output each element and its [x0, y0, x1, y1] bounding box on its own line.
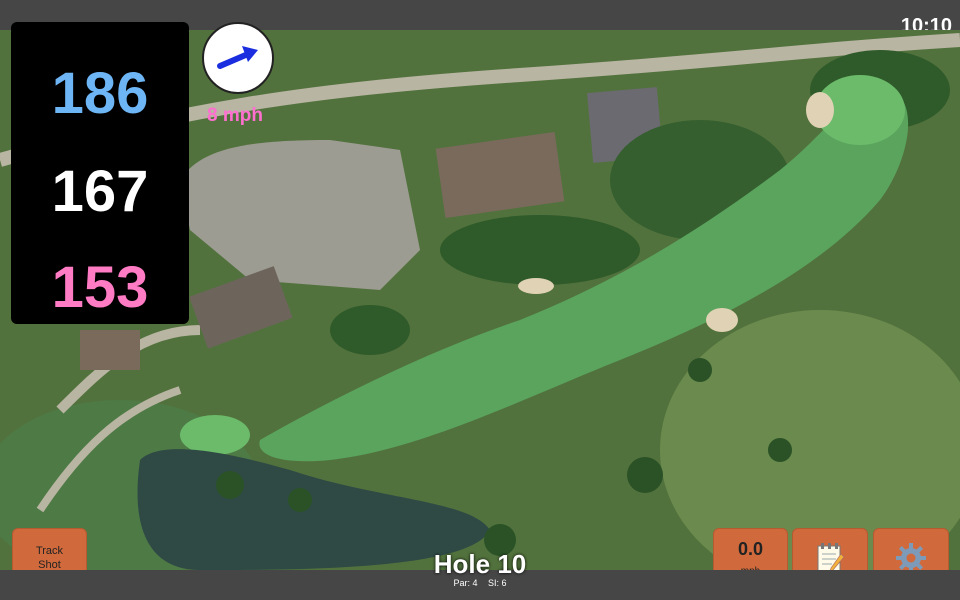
wind-direction-dial: [202, 22, 274, 94]
distance-panel: 186 167 153: [11, 22, 189, 324]
hole-info: Par: 4 SI: 6: [380, 578, 580, 588]
hole-title: Hole 10: [433, 549, 527, 579]
front-distance: 153: [51, 255, 149, 320]
track-shot-label-line1: Track: [35, 545, 64, 557]
back-distance: 186: [51, 61, 149, 126]
hole-si: SI: 6: [488, 578, 507, 588]
wind-speed-label: 8 mph: [207, 105, 263, 126]
arrow-icon: [217, 46, 258, 69]
wind-speed-value: 0.0: [737, 539, 764, 559]
hole-par: Par: 4: [453, 578, 478, 588]
middle-distance: 167: [51, 159, 149, 224]
